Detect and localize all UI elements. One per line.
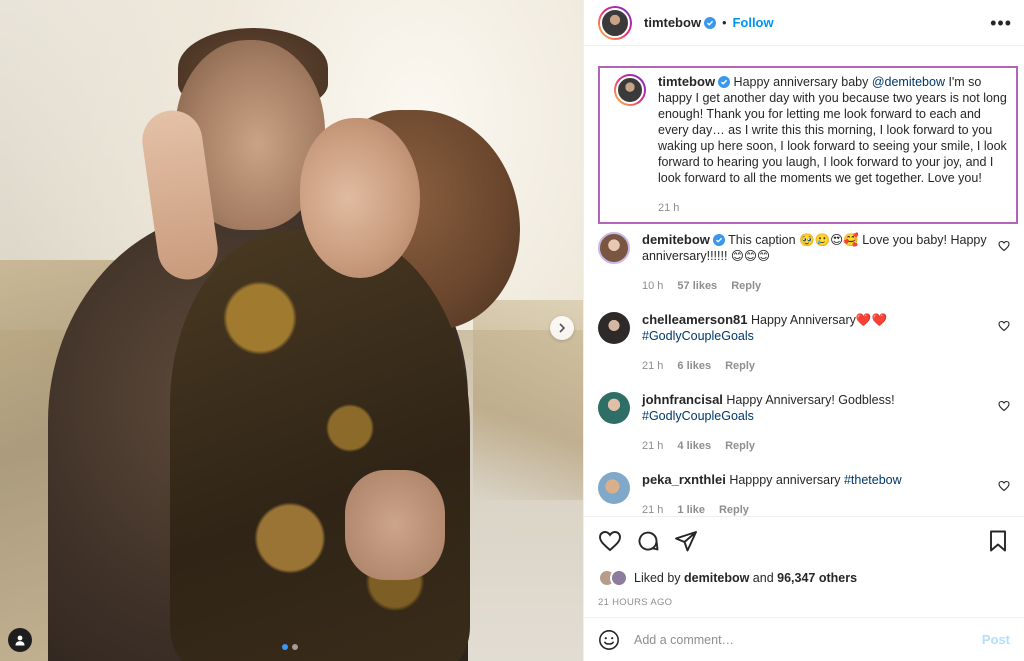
comment-username[interactable]: demitebow — [642, 232, 710, 247]
carousel-dots — [282, 644, 298, 650]
comment-text: Happy Anniversary❤️❤️ — [751, 313, 888, 327]
post-comment-button[interactable]: Post — [982, 632, 1010, 647]
comment-username[interactable]: chelleamerson81 — [642, 312, 748, 327]
caption-time[interactable]: 21 h — [658, 200, 679, 216]
likes-summary: Liked by demitebow and 96,347 others — [598, 569, 1010, 587]
comment-body: chelleamerson81 Happy Anniversary❤️❤️ #G… — [642, 312, 1010, 374]
comment-avatar[interactable] — [598, 472, 630, 504]
comment-row: johnfrancisal Happy Anniversary! Godbles… — [598, 392, 1010, 454]
comment-avatar[interactable] — [598, 312, 630, 344]
comment-icon[interactable] — [636, 529, 660, 553]
comment-username[interactable]: peka_rxnthlei — [642, 472, 726, 487]
comment-input[interactable] — [634, 632, 968, 647]
liker-avatars[interactable] — [598, 569, 628, 587]
comment-likes[interactable]: 4 likes — [677, 438, 711, 454]
carousel-dot-active — [282, 644, 288, 650]
carousel-next-button[interactable] — [550, 316, 574, 340]
chevron-right-icon — [559, 323, 566, 333]
verified-badge-icon — [718, 76, 731, 88]
heart-icon[interactable] — [998, 240, 1010, 252]
author-username[interactable]: timtebow — [644, 15, 701, 30]
comment-meta: 21 h 1 like Reply — [642, 502, 992, 516]
heart-icon[interactable] — [998, 480, 1010, 492]
post-header: timtebow • Follow ••• — [584, 0, 1024, 46]
post-timestamp[interactable]: 21 HOURS AGO — [598, 597, 1010, 608]
comment-composer: Post — [584, 617, 1024, 661]
comment-row: demitebow This caption 🥹🥲😍🥰 Love you bab… — [598, 232, 1010, 294]
comment-avatar[interactable] — [598, 232, 630, 264]
comment-hashtag[interactable]: #GodlyCoupleGoals — [642, 329, 754, 343]
bookmark-icon[interactable] — [986, 529, 1010, 553]
photo-woman-dress — [170, 230, 470, 661]
comment-meta: 10 h 57 likes Reply — [642, 278, 992, 294]
liked-by-prefix: Liked by — [634, 571, 685, 585]
emoji-icon[interactable] — [598, 629, 620, 651]
comment-time[interactable]: 21 h — [642, 502, 663, 516]
comment-hashtag[interactable]: #GodlyCoupleGoals — [642, 409, 754, 423]
caption-avatar[interactable] — [614, 74, 646, 106]
comment-meta: 21 h 6 likes Reply — [642, 358, 992, 374]
caption-avatar-image — [616, 76, 644, 104]
follow-button[interactable]: Follow — [732, 15, 773, 30]
comment-likes[interactable]: 57 likes — [677, 278, 717, 294]
comment-row: peka_rxnthlei Happpy anniversary #theteb… — [598, 472, 1010, 516]
tagged-users-button[interactable] — [8, 628, 32, 652]
comment-row: chelleamerson81 Happy Anniversary❤️❤️ #G… — [598, 312, 1010, 374]
likes-count[interactable]: 96,347 others — [777, 571, 857, 585]
more-options-icon[interactable]: ••• — [990, 14, 1012, 32]
comment-avatar[interactable] — [598, 392, 630, 424]
user-icon — [15, 635, 25, 646]
comment-time[interactable]: 10 h — [642, 278, 663, 294]
comment-username[interactable]: johnfrancisal — [642, 392, 723, 407]
verified-badge-icon — [712, 234, 725, 246]
caption-content: timtebow Happy anniversary baby @demiteb… — [658, 74, 1010, 214]
photo-man-hand — [345, 470, 445, 580]
caption-mention[interactable]: @demitebow — [872, 75, 945, 89]
reply-button[interactable]: Reply — [725, 438, 755, 454]
caption-block: timtebow Happy anniversary baby @demiteb… — [598, 66, 1018, 224]
heart-icon[interactable] — [998, 400, 1010, 412]
carousel-dot — [292, 644, 298, 650]
reply-button[interactable]: Reply — [731, 278, 761, 294]
share-icon[interactable] — [674, 529, 698, 553]
author-avatar[interactable] — [598, 5, 632, 40]
like-heart-icon[interactable] — [598, 529, 622, 553]
verified-badge-icon — [704, 16, 717, 29]
caption-meta: 21 h — [658, 200, 1010, 216]
comment-text: Happy Anniversary! Godbless! — [726, 393, 895, 407]
caption-username[interactable]: timtebow — [658, 74, 715, 89]
comment-body: johnfrancisal Happy Anniversary! Godbles… — [642, 392, 1010, 454]
liked-by-user[interactable]: demitebow — [684, 571, 749, 585]
comment-time[interactable]: 21 h — [642, 358, 663, 374]
post-photo[interactable] — [0, 0, 583, 661]
heart-icon[interactable] — [998, 320, 1010, 332]
author-avatar-image — [600, 7, 630, 38]
comment-hashtag[interactable]: #thetebow — [844, 473, 902, 487]
comment-likes[interactable]: 1 like — [677, 502, 705, 516]
comment-meta: 21 h 4 likes Reply — [642, 438, 992, 454]
comment-likes[interactable]: 6 likes — [677, 358, 711, 374]
comment-body: peka_rxnthlei Happpy anniversary #theteb… — [642, 472, 1010, 516]
comment-time[interactable]: 21 h — [642, 438, 663, 454]
caption-text-start: Happy anniversary baby — [733, 75, 872, 89]
post-side-panel: timtebow • Follow ••• timtebow Happy ann… — [583, 0, 1024, 661]
comments-list: timtebow Happy anniversary baby @demiteb… — [584, 46, 1024, 516]
comment-text: Happpy anniversary — [729, 473, 844, 487]
reply-button[interactable]: Reply — [725, 358, 755, 374]
liked-by-mid: and — [749, 571, 778, 585]
comment-body: demitebow This caption 🥹🥲😍🥰 Love you bab… — [642, 232, 1010, 294]
reply-button[interactable]: Reply — [719, 502, 749, 516]
caption-text-end: I'm so happy I get another day with you … — [658, 75, 1007, 185]
post-actions: Liked by demitebow and 96,347 others 21 … — [584, 516, 1024, 608]
action-icon-row — [598, 529, 1010, 553]
liker-avatar — [610, 569, 628, 587]
header-separator: • — [722, 15, 727, 30]
photo-woman-face — [300, 118, 420, 278]
